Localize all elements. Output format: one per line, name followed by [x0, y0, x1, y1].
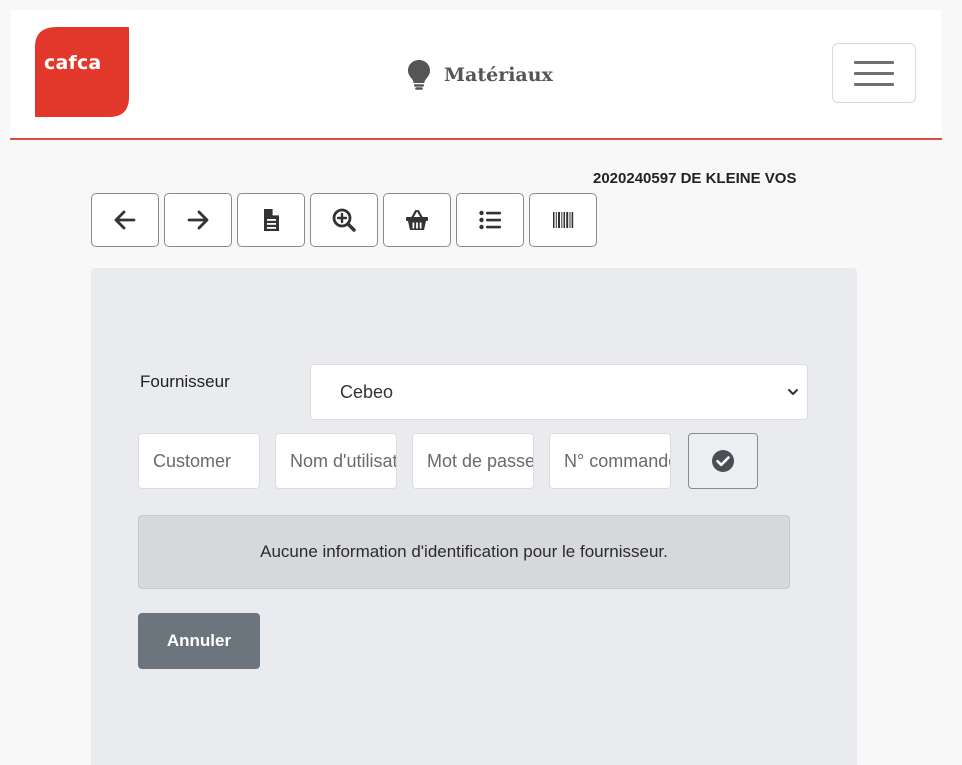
confirm-button[interactable]	[688, 433, 758, 489]
hamburger-menu-icon-bar	[854, 60, 894, 64]
document-button[interactable]	[237, 193, 305, 247]
list-icon	[479, 210, 501, 230]
list-button[interactable]	[456, 193, 524, 247]
credentials-row	[138, 433, 758, 489]
chevron-down-icon	[788, 389, 798, 395]
supplier-panel: Fournisseur Cebeo Aucune information d'i…	[91, 268, 857, 765]
supplier-label: Fournisseur	[140, 372, 230, 391]
basket-icon	[406, 209, 428, 230]
record-label: 2020240597 DE KLEINE VOS	[593, 170, 797, 187]
toolbar	[91, 193, 597, 247]
barcode-icon	[553, 212, 574, 228]
password-input[interactable]	[412, 433, 534, 489]
page-title: Matériaux	[444, 64, 553, 86]
barcode-button[interactable]	[529, 193, 597, 247]
supplier-select[interactable]: Cebeo	[310, 364, 808, 420]
alert-text: Aucune information d'identification pour…	[260, 542, 668, 561]
basket-button[interactable]	[383, 193, 451, 247]
no-credentials-alert: Aucune information d'identification pour…	[138, 515, 790, 589]
customer-input[interactable]	[138, 433, 260, 489]
lightbulb-icon	[408, 60, 430, 90]
back-button[interactable]	[91, 193, 159, 247]
document-icon	[264, 209, 279, 231]
forward-button[interactable]	[164, 193, 232, 247]
hamburger-menu-button[interactable]	[832, 43, 916, 103]
arrow-right-icon	[187, 210, 209, 230]
hamburger-menu-icon-bar	[854, 82, 894, 86]
zoom-in-icon	[332, 208, 356, 232]
supplier-select-value: Cebeo	[340, 381, 394, 402]
logo-text: cafca	[44, 52, 102, 74]
order-number-input[interactable]	[549, 433, 671, 489]
cafca-logo[interactable]: cafca	[35, 27, 129, 117]
username-input[interactable]	[275, 433, 397, 489]
hamburger-menu-icon-bar	[854, 71, 894, 75]
navbar: cafca Matériaux	[10, 10, 942, 140]
arrow-left-icon	[114, 210, 136, 230]
nav-title: Matériaux	[408, 60, 553, 90]
page: cafca Matériaux 2020240597 DE KLEINE VOS	[0, 0, 962, 765]
cancel-button[interactable]: Annuler	[138, 613, 260, 669]
check-circle-icon	[712, 450, 734, 472]
zoom-in-button[interactable]	[310, 193, 378, 247]
